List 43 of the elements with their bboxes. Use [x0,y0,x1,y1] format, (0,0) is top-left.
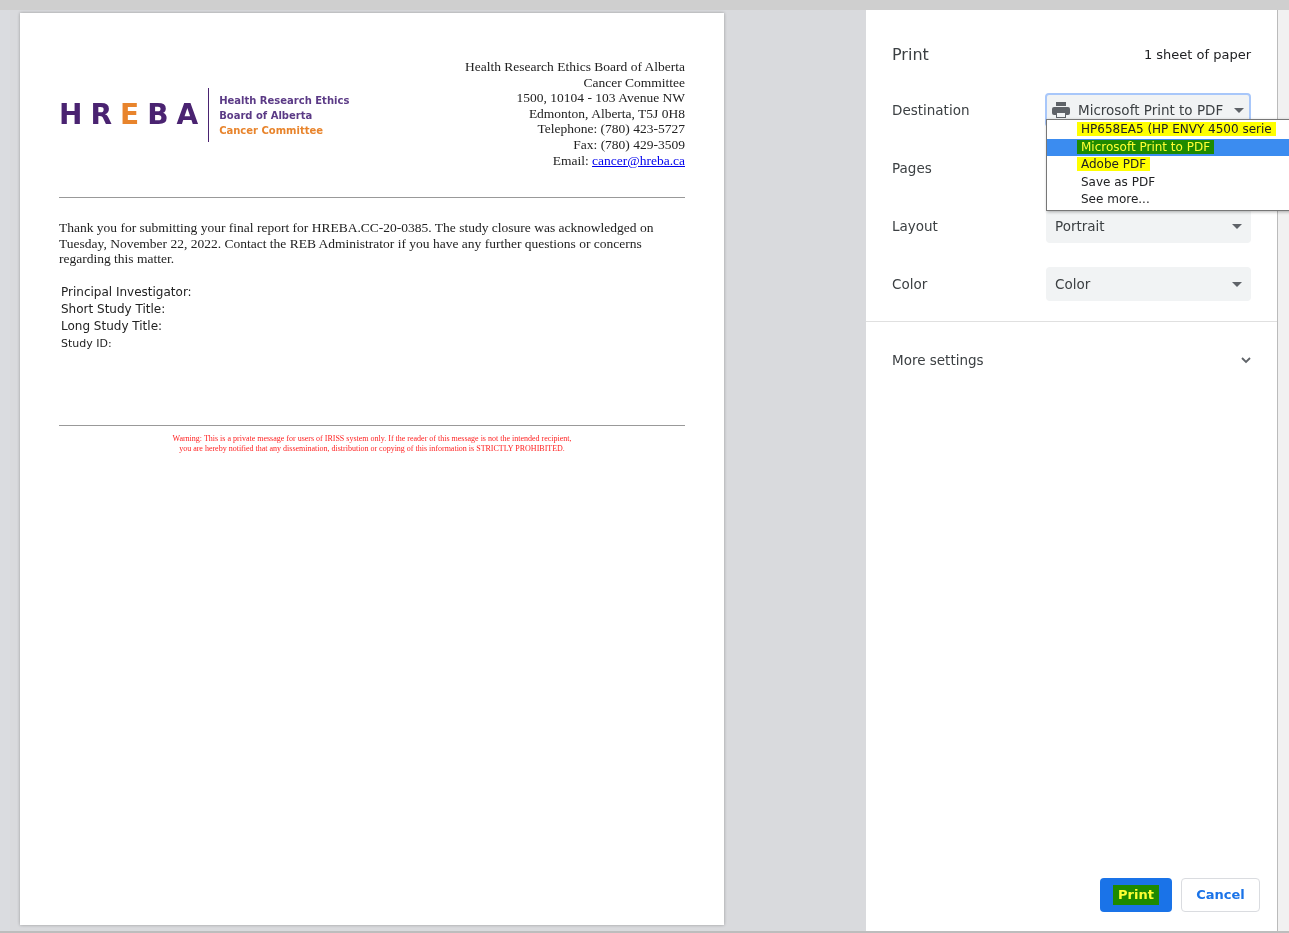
sheet-count: 1 sheet of paper [1143,46,1251,65]
address-line: Telephone: (780) 423-5727 [537,121,685,137]
logo-letter: R [90,101,113,130]
logo-letter: B [147,101,170,130]
setting-label: Color [892,274,928,294]
field-label: Short Study Title: [61,300,167,318]
logo-letter: A [176,101,200,130]
body-paragraph: Thank you for submitting your final report for HREBA.CC-20-0385. The study closure was acknowledged on Tuesday, November 22, 2022. Contact the REB Administrator if you have any further questions or concerns regarding this matter. [59,220,655,267]
dropdown-caret-icon [1232,281,1242,287]
setting-select[interactable]: Portrait [1046,209,1251,243]
dropdown-option[interactable]: Adobe PDF [1047,156,1289,174]
setting-label: Destination [892,100,970,120]
email-link[interactable]: cancer@hreba.ca [592,152,685,169]
printer-icon [1052,102,1070,118]
address-line: Edmonton, Alberta, T5J 0H8 [528,105,685,122]
more-settings-toggle[interactable]: More settings [866,350,1277,371]
print-button[interactable]: Print [1100,878,1172,912]
email-label: Email: [552,152,590,169]
address-line: Health Research Ethics Board of Alberta [464,59,685,75]
address-line: 1500, 10104 - 103 Avenue NW [516,90,685,106]
address-line: Fax: (780) 429-3509 [573,136,685,153]
panel-title: Print [892,44,929,66]
logo-text: Health Research Ethics [219,93,350,108]
field-label: Principal Investigator: [61,283,193,301]
dropdown-option[interactable]: See more... [1047,191,1289,209]
logo-text: Board of Alberta [219,108,314,123]
setting-select[interactable]: Color [1046,267,1251,301]
dropdown-option[interactable]: Save as PDF [1047,173,1289,191]
logo-text: Cancer Committee [219,123,325,138]
logo-letter: E [120,101,141,130]
dropdown-caret-icon [1234,107,1244,113]
chevron-down-icon [1241,356,1251,364]
field-label: Long Study Title: [61,317,164,335]
dropdown-option[interactable]: Microsoft Print to PDF [1047,138,1289,156]
warning-text: Warning: This is a private message for users of IRISS system only. If the reader of this message is not the intended recipient, [172,433,572,444]
setting-label: Layout [892,216,938,236]
address-line: Cancer Committee [583,74,685,91]
field-label: Study ID: [61,335,113,352]
dropdown-caret-icon [1232,223,1242,229]
setting-label: Pages [892,158,932,178]
cancel-button[interactable]: Cancel [1181,878,1260,912]
logo-letter: H [59,101,84,130]
warning-text: you are hereby notified that any dissemination, distribution or copying of this information is STRICTLY PROHIBITED. [179,443,565,454]
